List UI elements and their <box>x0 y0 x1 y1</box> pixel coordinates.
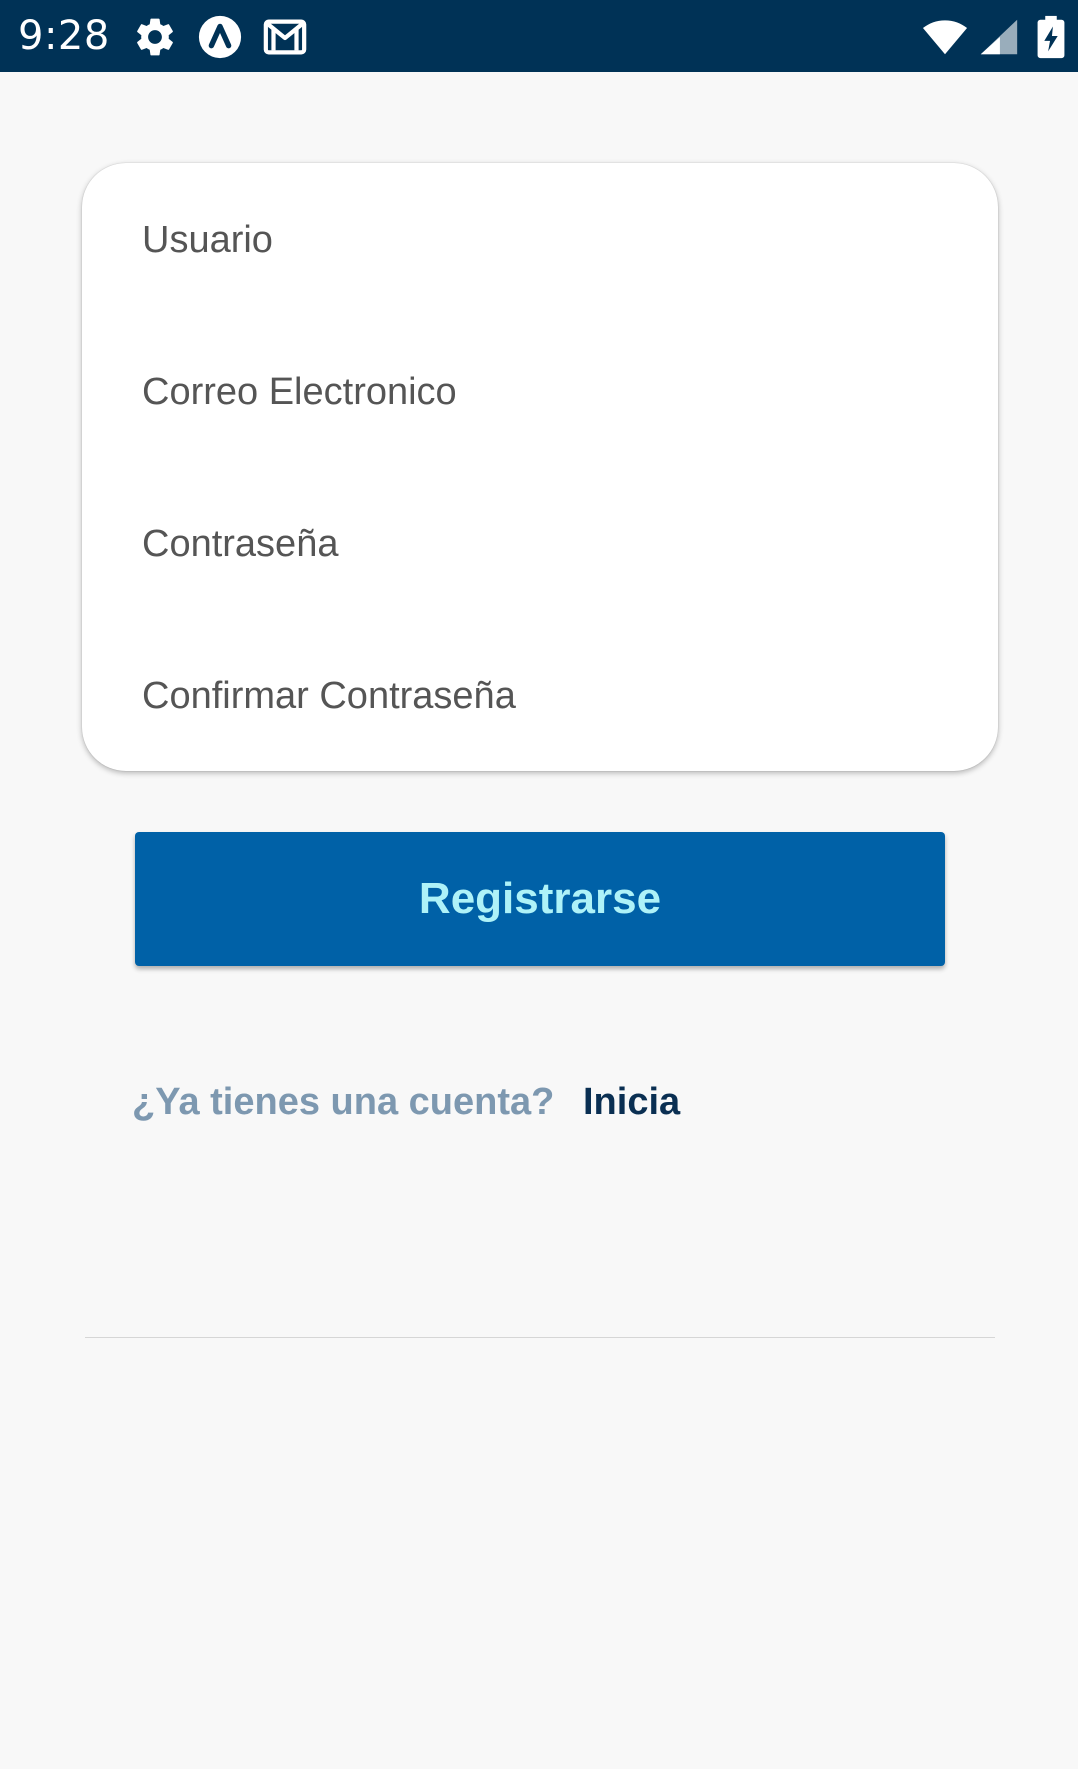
battery-charging-icon <box>1028 14 1074 60</box>
login-prompt-text: ¿Ya tienes una cuenta? <box>132 1081 555 1123</box>
gmail-icon <box>262 14 308 60</box>
username-field[interactable] <box>142 210 942 270</box>
email-field[interactable] <box>142 362 942 422</box>
app-a-icon <box>197 14 243 60</box>
status-time: 9:28 <box>18 13 110 59</box>
signal-icon <box>975 14 1021 60</box>
login-link[interactable]: Inicia <box>583 1078 680 1126</box>
gear-icon <box>132 14 178 60</box>
confirm-password-field[interactable] <box>142 666 942 726</box>
register-button[interactable]: Registrarse <box>135 832 945 966</box>
password-field[interactable] <box>142 514 942 574</box>
registration-form-card <box>82 163 998 771</box>
wifi-icon <box>922 14 968 60</box>
status-bar: 9:28 <box>0 0 1078 72</box>
divider <box>85 1337 995 1338</box>
